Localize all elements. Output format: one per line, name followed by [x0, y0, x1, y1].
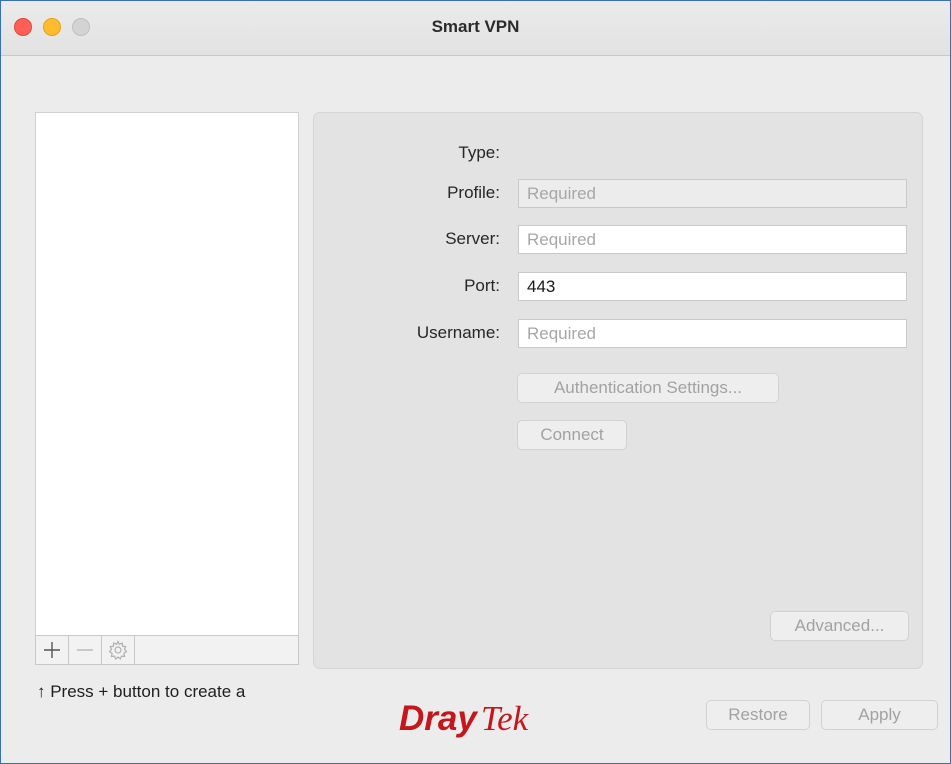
- logo-part-tek: Tek: [480, 699, 529, 738]
- type-label: Type:: [458, 143, 500, 162]
- server-label: Server:: [445, 229, 500, 248]
- profile-field: Required: [518, 179, 907, 208]
- draytek-logo: Dray Tek: [399, 699, 528, 739]
- create-profile-hint: ↑ Press + button to create a: [37, 682, 246, 701]
- port-field[interactable]: 443: [518, 272, 907, 301]
- server-field[interactable]: Required: [518, 225, 907, 254]
- advanced-button[interactable]: Advanced...: [770, 611, 909, 641]
- gear-icon: [108, 640, 128, 660]
- remove-profile-button[interactable]: [69, 636, 102, 664]
- minus-icon: [77, 649, 93, 651]
- connect-button[interactable]: Connect: [517, 420, 627, 450]
- profile-list-toolbar: [35, 635, 299, 665]
- profile-label: Profile:: [447, 183, 500, 202]
- smart-vpn-window: Smart VPN ↑ Press + button to create a T…: [0, 0, 951, 764]
- server-placeholder: Required: [527, 230, 596, 249]
- logo-part-dray: Dray: [399, 699, 477, 738]
- username-field[interactable]: Required: [518, 319, 907, 348]
- title-bar: Smart VPN: [1, 1, 950, 56]
- username-label: Username:: [416, 323, 500, 342]
- profile-placeholder: Required: [527, 184, 596, 203]
- port-label: Port:: [464, 276, 500, 295]
- apply-button[interactable]: Apply: [821, 700, 938, 730]
- authentication-settings-button[interactable]: Authentication Settings...: [517, 373, 779, 403]
- restore-button[interactable]: Restore: [706, 700, 810, 730]
- window-title: Smart VPN: [431, 17, 520, 36]
- port-value: 443: [527, 277, 556, 296]
- add-profile-button[interactable]: [36, 636, 69, 664]
- username-placeholder: Required: [527, 324, 596, 343]
- plus-icon: [44, 642, 60, 658]
- profile-list[interactable]: [35, 112, 299, 636]
- profile-actions-button[interactable]: [102, 636, 135, 664]
